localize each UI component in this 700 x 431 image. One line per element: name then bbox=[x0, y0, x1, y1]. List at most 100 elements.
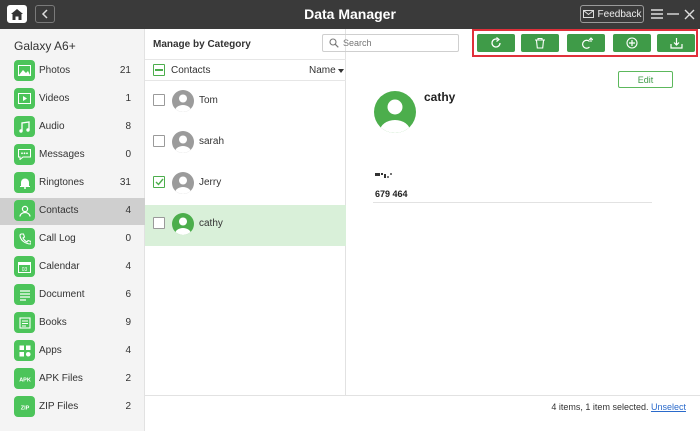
sidebar-item-photos[interactable]: Photos 21 bbox=[0, 58, 145, 85]
back-button[interactable] bbox=[35, 5, 55, 23]
feedback-label: Feedback bbox=[597, 8, 642, 20]
contact-row-jerry[interactable]: Jerry bbox=[145, 164, 346, 205]
sidebar-item-count: 2 bbox=[125, 373, 131, 384]
export-to-computer-button[interactable] bbox=[657, 34, 695, 52]
contact-row-sarah[interactable]: sarah bbox=[145, 123, 346, 164]
sidebar-item-zip-files[interactable]: ZIP ZIP Files 2 bbox=[0, 394, 145, 421]
sidebar-item-document[interactable]: Document 6 bbox=[0, 282, 145, 309]
partial-check-icon bbox=[155, 69, 163, 71]
delete-icon bbox=[535, 37, 545, 49]
sidebar-item-count: 31 bbox=[119, 177, 131, 188]
apps-icon bbox=[14, 340, 35, 361]
sidebar-item-label: Books bbox=[39, 317, 67, 328]
contact-name: cathy bbox=[199, 218, 223, 229]
sidebar-item-label: Videos bbox=[39, 93, 70, 104]
row-checkbox[interactable] bbox=[153, 135, 165, 147]
export-to-device-icon bbox=[581, 37, 593, 49]
sidebar-item-count: 6 bbox=[125, 289, 131, 300]
close-icon bbox=[684, 9, 694, 19]
panel-title: Manage by Category bbox=[153, 39, 251, 50]
sort-label: Name bbox=[309, 65, 336, 76]
export-to-computer-icon bbox=[669, 38, 683, 49]
feedback-button[interactable]: Feedback bbox=[580, 5, 644, 23]
sidebar-item-label: Ringtones bbox=[39, 177, 85, 188]
calendar-icon: 03 bbox=[14, 256, 35, 277]
list-header-label: Contacts bbox=[171, 65, 211, 76]
contact-detail-name: cathy bbox=[424, 90, 456, 104]
person-icon bbox=[14, 200, 35, 221]
home-icon bbox=[11, 8, 23, 20]
row-checkbox[interactable] bbox=[153, 176, 165, 188]
sidebar-item-videos[interactable]: Videos 1 bbox=[0, 86, 145, 113]
chevron-left-icon bbox=[41, 9, 48, 19]
add-button[interactable] bbox=[613, 34, 651, 52]
svg-text:ZIP: ZIP bbox=[20, 405, 29, 411]
svg-text:03: 03 bbox=[22, 267, 28, 273]
document-icon bbox=[14, 284, 35, 305]
contact-row-tom[interactable]: Tom bbox=[145, 82, 346, 123]
sidebar-item-audio[interactable]: Audio 8 bbox=[0, 114, 145, 141]
sidebar-item-label: Call Log bbox=[39, 233, 76, 244]
contact-row-cathy[interactable]: cathy bbox=[145, 205, 346, 246]
sidebar-item-label: Calendar bbox=[39, 261, 80, 272]
contact-list-panel: Manage by Category Contacts Name Tom sar… bbox=[145, 29, 346, 395]
sidebar-item-count: 4 bbox=[125, 205, 131, 216]
bell-icon bbox=[14, 172, 35, 193]
video-icon bbox=[14, 88, 35, 109]
contact-phone-number: 679 464 bbox=[375, 189, 408, 199]
refresh-button[interactable] bbox=[477, 34, 515, 52]
row-checkbox[interactable] bbox=[153, 217, 165, 229]
sidebar-item-books[interactable]: Books 9 bbox=[0, 310, 145, 337]
sidebar-item-label: Apps bbox=[39, 345, 62, 356]
export-to-device-button[interactable] bbox=[567, 34, 605, 52]
message-icon bbox=[14, 144, 35, 165]
delete-button[interactable] bbox=[521, 34, 559, 52]
edit-button[interactable]: Edit bbox=[618, 71, 673, 88]
status-text-wrapper: 4 items, 1 item selected. Unselect bbox=[551, 402, 686, 412]
minimize-icon bbox=[667, 13, 679, 15]
select-all-checkbox[interactable] bbox=[153, 64, 165, 76]
close-button[interactable] bbox=[682, 6, 696, 22]
sidebar-item-apk-files[interactable]: APK APK Files 2 bbox=[0, 366, 145, 393]
sidebar-item-count: 1 bbox=[125, 93, 131, 104]
menu-button[interactable] bbox=[650, 6, 664, 22]
unselect-link[interactable]: Unselect bbox=[651, 402, 686, 412]
sidebar-item-call-log[interactable]: Call Log 0 bbox=[0, 226, 145, 253]
add-icon bbox=[626, 37, 638, 49]
sidebar-item-calendar[interactable]: 03 Calendar 4 bbox=[0, 254, 145, 281]
search-input[interactable] bbox=[343, 37, 453, 49]
contact-name: Tom bbox=[199, 95, 218, 106]
divider bbox=[373, 202, 652, 203]
sidebar-item-count: 8 bbox=[125, 121, 131, 132]
sidebar-item-contacts[interactable]: Contacts 4 bbox=[0, 198, 145, 225]
sidebar-item-count: 4 bbox=[125, 345, 131, 356]
sidebar-item-label: APK Files bbox=[39, 373, 83, 384]
sidebar-item-label: ZIP Files bbox=[39, 401, 79, 412]
refresh-icon bbox=[491, 37, 501, 48]
phone-icon bbox=[14, 228, 35, 249]
sidebar: Galaxy A6+ Photos 21 Videos 1 Audio 8 Me… bbox=[0, 29, 145, 431]
caret-down-icon bbox=[338, 69, 345, 73]
zip-icon: ZIP bbox=[14, 396, 35, 417]
sort-dropdown[interactable]: Name bbox=[309, 65, 345, 76]
sidebar-item-count: 21 bbox=[119, 65, 131, 76]
sidebar-item-messages[interactable]: Messages 0 bbox=[0, 142, 145, 169]
home-button[interactable] bbox=[7, 5, 27, 23]
title-bar: Data Manager Feedback bbox=[0, 0, 700, 29]
sidebar-item-count: 4 bbox=[125, 261, 131, 272]
sidebar-item-count: 9 bbox=[125, 317, 131, 328]
avatar bbox=[172, 172, 194, 194]
search-box bbox=[322, 34, 459, 52]
hamburger-icon bbox=[651, 9, 663, 19]
contact-name: sarah bbox=[199, 136, 225, 147]
checkmark-icon bbox=[155, 178, 164, 186]
sidebar-item-count: 0 bbox=[125, 233, 131, 244]
sidebar-item-label: Audio bbox=[39, 121, 65, 132]
minimize-button[interactable] bbox=[666, 6, 680, 22]
row-checkbox[interactable] bbox=[153, 94, 165, 106]
sidebar-item-ringtones[interactable]: Ringtones 31 bbox=[0, 170, 145, 197]
status-text: 4 items, 1 item selected. bbox=[551, 402, 649, 412]
sidebar-item-apps[interactable]: Apps 4 bbox=[0, 338, 145, 365]
photo-icon bbox=[14, 60, 35, 81]
avatar bbox=[172, 90, 194, 112]
